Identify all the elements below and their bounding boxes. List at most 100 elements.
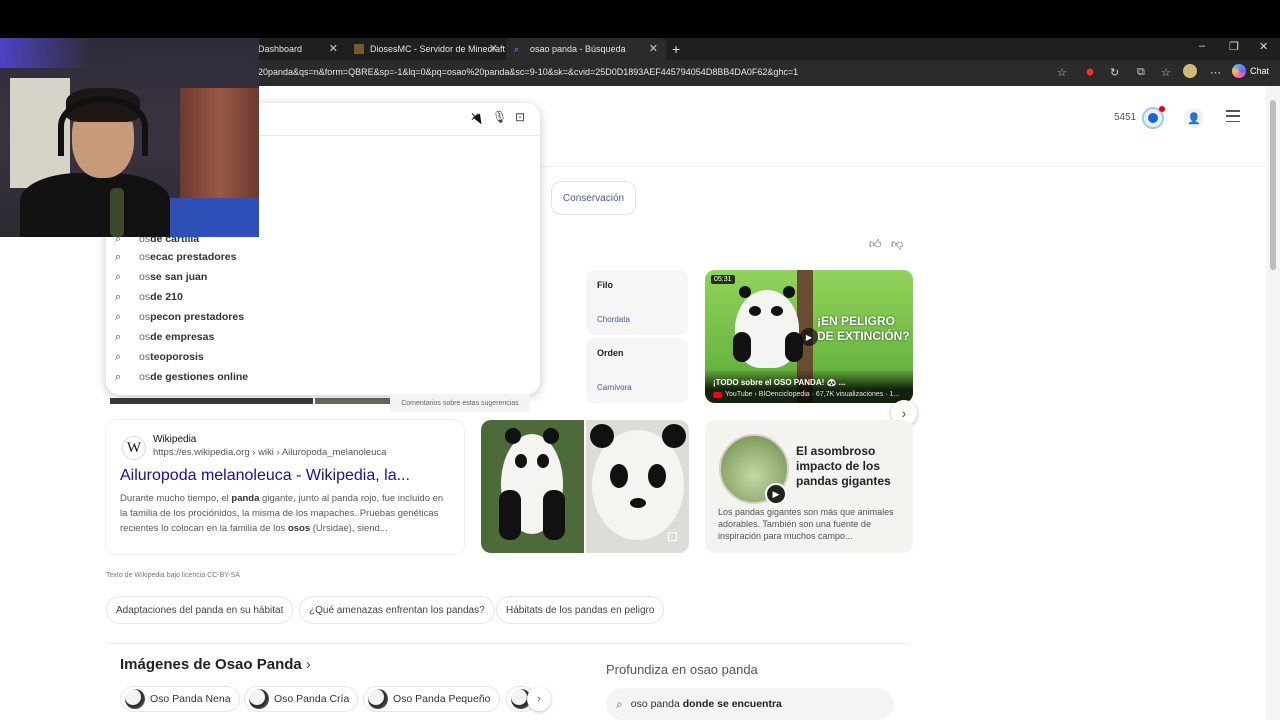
visual-search-icon[interactable]: ⊡ xyxy=(515,110,525,124)
url-field[interactable]: 20panda&qs=n&form=QBRE&sp=-1&lq=0&pq=osa… xyxy=(258,67,798,77)
images-section-title[interactable]: Imágenes de Osao Panda › xyxy=(120,656,311,673)
suggestions-feedback-link[interactable]: Comentarios sobre estas sugerencias xyxy=(390,394,530,412)
scrollbar-thumb[interactable] xyxy=(1270,100,1276,270)
related-chip[interactable]: Hábitats de los pandas en peligro xyxy=(496,596,665,624)
result-snippet: Durante mucho tiempo, el panda gigante, … xyxy=(120,493,444,534)
source-url: https://es.wikipedia.org › wiki › Ailuro… xyxy=(153,447,387,458)
suggestion-item[interactable]: ⌕ osse san juan xyxy=(115,267,207,287)
panda-eye xyxy=(771,306,783,316)
search-icon: ⌕ xyxy=(115,330,122,343)
profile-icon[interactable] xyxy=(1183,64,1197,78)
new-tab-button[interactable]: + xyxy=(668,38,688,60)
video-title: ¡TODO sobre el OSO PANDA! 🐼 ... xyxy=(713,378,846,387)
tab-search[interactable]: ⌕ osao panda - Búsqueda ✕ xyxy=(506,38,666,60)
panda-image[interactable] xyxy=(481,420,584,553)
search-icon: ⌕ xyxy=(616,696,623,711)
image-chip[interactable]: Oso Panda Cría xyxy=(244,686,359,712)
scrollbar[interactable] xyxy=(1266,86,1280,720)
search-icon: ⌕ xyxy=(115,310,122,323)
tab-label: Dashboard xyxy=(258,44,303,54)
panda-shape xyxy=(543,428,559,444)
close-window-icon[interactable]: ✕ xyxy=(1259,40,1268,53)
panda-shape xyxy=(662,424,686,448)
wikipedia-card[interactable]: W Wikipedia https://es.wikipedia.org › w… xyxy=(106,420,464,554)
suggestion-item[interactable]: ⌕ osde empresas xyxy=(115,327,214,347)
close-icon[interactable]: ✕ xyxy=(329,42,338,55)
rewards-medal-icon[interactable] xyxy=(1142,106,1165,129)
medal-inner xyxy=(1148,113,1158,123)
top-black-bar xyxy=(0,0,1280,38)
panda-shape xyxy=(590,424,614,448)
thumbs-down-icon[interactable]: 👎︎ xyxy=(891,237,903,252)
related-chip[interactable]: ¿Qué amenazas enfrentan los pandas? xyxy=(299,596,495,624)
webcam-overlay xyxy=(0,38,259,237)
deepen-suggestion[interactable]: ⌕ oso panda donde se encuentra xyxy=(606,688,894,720)
panda-arm xyxy=(733,332,751,362)
wikipedia-logo-icon: W xyxy=(122,436,146,460)
result-title-link[interactable]: Ailuropoda melanoleuca - Wikipedia, la..… xyxy=(120,467,410,485)
panda-shape xyxy=(499,490,521,540)
chip-conservacion[interactable]: Conservación xyxy=(551,181,636,215)
refresh-icon[interactable]: ↻ xyxy=(1110,66,1119,79)
panda-avatar xyxy=(249,689,269,709)
webcam-object xyxy=(160,198,259,237)
suggestion-item[interactable]: ⌕ osteoporosis xyxy=(115,347,204,367)
close-icon[interactable]: ✕ xyxy=(649,42,658,55)
gallery-icon xyxy=(668,532,677,541)
suggestion-item[interactable]: ⌕ osde gestiones online xyxy=(115,367,248,387)
star-icon[interactable]: ☆ xyxy=(1057,66,1067,79)
related-chip[interactable]: Adaptaciones del panda en su hábitat xyxy=(106,596,294,624)
suggestion-item[interactable]: ⌕ osecac prestadores xyxy=(115,247,236,267)
image-chip[interactable]: Oso Panda Nena xyxy=(120,686,240,712)
taxonomy-head: Filo xyxy=(597,280,613,290)
image-chip[interactable]: Oso Panda Pequeño xyxy=(363,686,500,712)
microphone-icon[interactable]: 🎙︎ xyxy=(492,110,507,124)
extensions-icon[interactable]: ⧉ xyxy=(1137,66,1145,79)
maximize-icon[interactable]: ❐ xyxy=(1229,40,1239,53)
taxonomy-card[interactable]: Orden Carnivora xyxy=(586,338,688,403)
suggestion-item[interactable]: ⌕ ospecon prestadores xyxy=(115,307,244,327)
menu-icon[interactable] xyxy=(1226,110,1240,122)
thumbs-up-icon[interactable]: 👍︎ xyxy=(869,237,882,252)
webcam-person-shirt xyxy=(20,173,170,237)
taxonomy-value: Carnivora xyxy=(597,383,632,392)
minimize-icon[interactable]: – xyxy=(1199,40,1205,52)
tab-dashboard[interactable]: Dashboard ✕ xyxy=(250,38,346,60)
search-icon: ⌕ xyxy=(115,250,122,263)
panda-shape xyxy=(505,428,521,444)
panda-image[interactable] xyxy=(586,420,689,553)
minecraft-icon xyxy=(354,44,364,54)
panda-shape xyxy=(515,454,527,468)
card-description: Los pandas gigantes son más que animales… xyxy=(718,507,894,541)
favorites-icon[interactable]: ☆ xyxy=(1161,66,1171,79)
panda-eye xyxy=(749,306,761,316)
webcam-light xyxy=(0,38,90,68)
video-card[interactable]: 05:31 ¡EN PELIGRO DE EXTINCIÓN? ▶ ¡TODO … xyxy=(705,270,913,403)
close-icon[interactable]: ✕ xyxy=(489,42,498,55)
suggestion-item[interactable]: ⌕ osde 210 xyxy=(115,287,183,307)
taxonomy-card[interactable]: Filo Chordata xyxy=(586,270,688,335)
panda-avatar xyxy=(125,689,145,709)
adblock-icon[interactable]: ⬢ xyxy=(1086,67,1094,78)
panda-shape xyxy=(543,490,565,540)
video-card-pandas[interactable]: ▶ El asombroso impacto de los pandas gig… xyxy=(705,420,913,553)
search-icon: ⌕ xyxy=(115,290,122,303)
webcam-curtain xyxy=(180,88,259,198)
chips-next-button[interactable]: › xyxy=(527,687,551,711)
license-text[interactable]: Texto de Wikipedia bajo licencia CC-BY-S… xyxy=(106,572,240,579)
search-icon: ⌕ xyxy=(115,270,122,283)
play-icon[interactable]: ▶ xyxy=(765,483,787,505)
panda-ear xyxy=(783,286,795,298)
rewards-points[interactable]: 5451 xyxy=(1114,112,1136,123)
image-strip xyxy=(110,398,313,404)
tab-diosesmc[interactable]: DiosesMC - Servidor de Minecraft ✕ xyxy=(346,38,506,60)
more-icon[interactable]: ⋯ xyxy=(1210,66,1221,79)
webcam-bottle xyxy=(110,188,124,237)
chat-button[interactable]: Chat xyxy=(1232,64,1269,78)
user-icon[interactable]: 👤 xyxy=(1184,108,1204,128)
panda-shape xyxy=(537,454,549,468)
source-name: Wikipedia xyxy=(153,434,197,445)
play-icon[interactable]: ▶ xyxy=(800,328,818,346)
image-strip xyxy=(315,398,390,404)
youtube-icon xyxy=(713,391,722,398)
